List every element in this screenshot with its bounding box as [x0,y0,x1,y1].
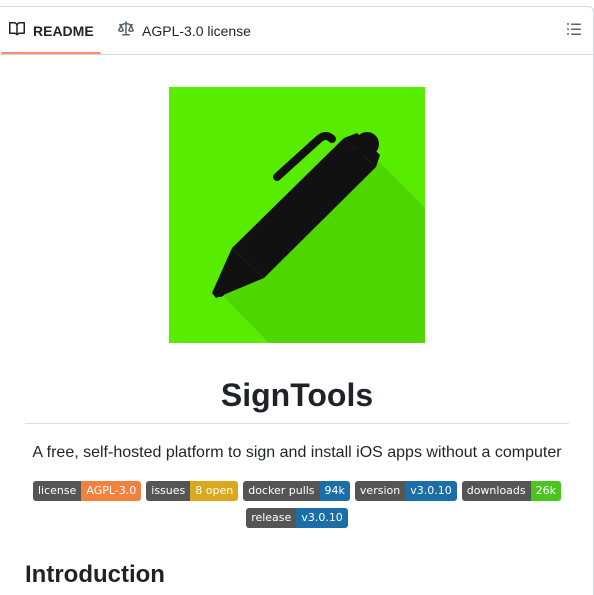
badge-value: AGPL-3.0 [81,481,142,501]
license-badge[interactable]: license AGPL-3.0 [32,481,142,501]
badge-value: 94k [319,481,350,501]
badge-key: issues [146,481,191,501]
badge-key: downloads [461,481,531,501]
badge-key: license [32,481,82,501]
tab-license-label: AGPL-3.0 license [142,22,251,39]
release-badge[interactable]: release v3.0.10 [246,508,348,528]
outline-button[interactable] [564,22,584,40]
badge-key: release [246,508,297,528]
law-scale-icon [118,21,134,40]
docker-pulls-badge[interactable]: docker pulls 94k [243,481,350,501]
tab-readme[interactable]: README [9,7,94,54]
badge-key: docker pulls [243,481,320,501]
list-unordered-icon [566,21,582,42]
readme-title: SignTools [220,377,374,413]
tab-readme-label: README [33,22,94,39]
badge-row: release v3.0.10 [0,508,594,528]
readme-tab-bar: README AGPL-3.0 license [0,7,593,55]
version-badge[interactable]: version v3.0.10 [354,481,457,501]
badge-key: version [354,481,406,501]
section-heading-introduction: Introduction [25,561,165,588]
pen-icon [169,87,425,343]
book-icon [9,21,26,40]
tab-license[interactable]: AGPL-3.0 license [118,7,251,54]
badge-value: v3.0.10 [296,508,348,528]
signtools-logo [169,87,425,343]
badge-value: v3.0.10 [405,481,457,501]
readme-tagline: A free, self-hosted platform to sign and… [32,444,562,461]
badge-value: 26k [530,481,562,501]
issues-badge[interactable]: issues 8 open [146,481,239,501]
badge-value: 8 open [190,481,239,501]
badge-row: license AGPL-3.0 issues 8 open docker pu… [0,481,594,501]
downloads-badge[interactable]: downloads 26k [461,481,562,501]
title-divider [25,423,569,424]
active-tab-indicator [1,52,101,54]
